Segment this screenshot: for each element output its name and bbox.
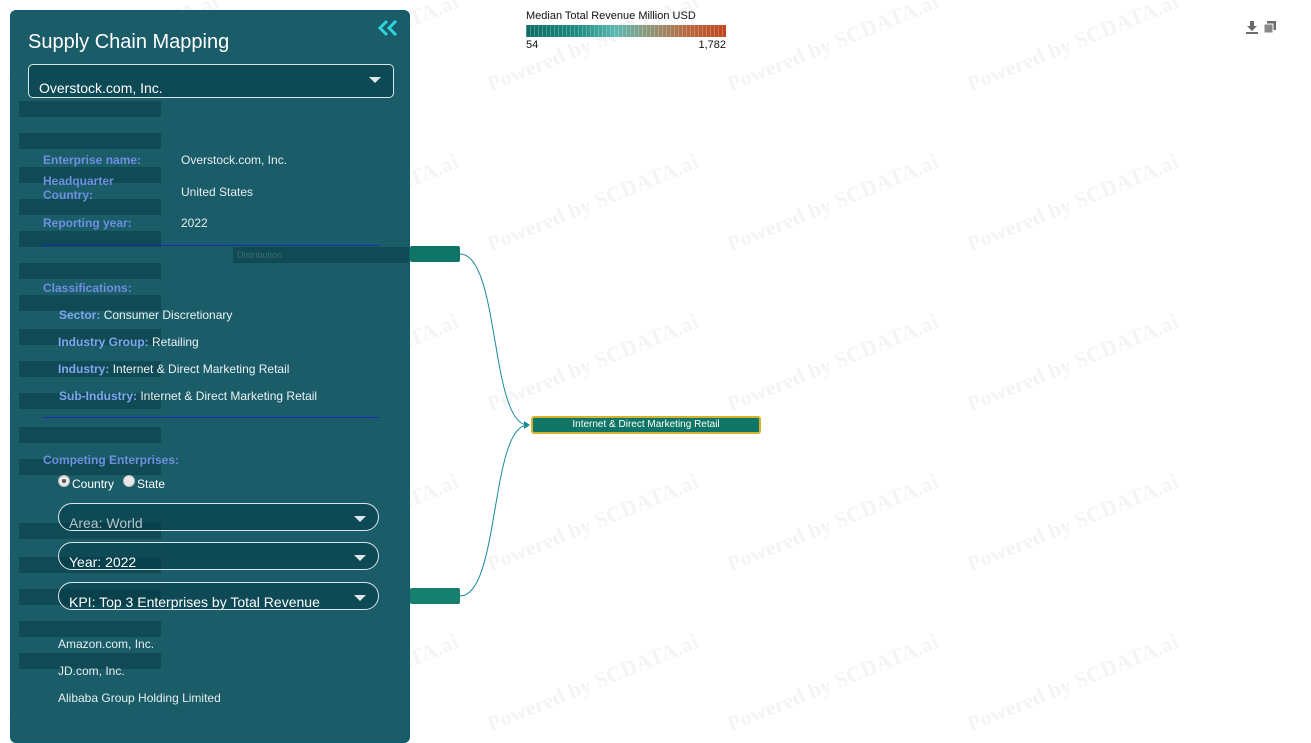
chevron-down-icon	[354, 555, 366, 561]
sector-row: Sector: Consumer Discretionary	[59, 308, 232, 322]
sub-industry-row: Sub-Industry: Internet & Direct Marketin…	[59, 389, 317, 403]
competitor-item[interactable]: Alibaba Group Holding Limited	[58, 691, 221, 705]
year-select[interactable]: Year: 2022	[58, 542, 379, 570]
year-select-value: Year: 2022	[69, 554, 137, 570]
hq-country-label-line1: Headquarter	[43, 174, 114, 188]
ghost-node: Distribution	[233, 247, 409, 263]
kpi-select-value: KPI: Top 3 Enterprises by Total Revenue	[69, 594, 320, 610]
industry-value: Internet & Direct Marketing Retail	[112, 362, 290, 376]
radio-country[interactable]: Country	[58, 475, 115, 491]
ghost-node	[19, 101, 161, 117]
classifications-label: Classifications:	[43, 281, 132, 295]
industry-group-row: Industry Group: Retailing	[58, 335, 199, 349]
chevron-down-icon	[369, 77, 381, 83]
ghost-node	[19, 621, 161, 637]
hq-country-value: United States	[181, 185, 254, 199]
ghost-graph: Distribution	[11, 11, 409, 742]
chevron-down-icon	[354, 516, 366, 522]
industry-group-label: Industry Group:	[58, 335, 149, 349]
panel-title: Supply Chain Mapping	[28, 31, 230, 53]
link-upstream	[459, 253, 529, 426]
company-select[interactable]: Overstock.com, Inc.	[28, 64, 394, 98]
radio-state-label: State	[137, 477, 166, 491]
link-downstream	[459, 424, 529, 597]
link-arrow	[524, 421, 530, 429]
sector-value: Consumer Discretionary	[103, 308, 233, 322]
focus-node-label: Internet & Direct Marketing Retail	[572, 419, 720, 430]
ghost-node	[19, 133, 161, 149]
ghost-node-label: Distribution	[237, 250, 283, 260]
divider	[43, 245, 379, 246]
sub-industry-value: Internet & Direct Marketing Retail	[140, 389, 318, 403]
industry-group-value: Retailing	[152, 335, 199, 349]
company-select-value: Overstock.com, Inc.	[39, 80, 163, 96]
upstream-node[interactable]	[410, 246, 460, 262]
focus-node[interactable]: Internet & Direct Marketing Retail	[531, 416, 761, 434]
competing-enterprises-label: Competing Enterprises:	[43, 453, 180, 467]
kpi-select[interactable]: KPI: Top 3 Enterprises by Total Revenue	[58, 582, 379, 610]
ghost-node	[19, 263, 161, 279]
enterprise-name-label: Enterprise name:	[43, 153, 142, 167]
enterprise-name-value: Overstock.com, Inc.	[181, 153, 288, 167]
area-select[interactable]: Area: World	[58, 503, 379, 531]
double-chevron-left-icon[interactable]	[377, 19, 399, 42]
area-select-value: Area: World	[69, 515, 143, 531]
competitor-item[interactable]: Amazon.com, Inc.	[58, 637, 154, 651]
radio-button-selected[interactable]	[58, 475, 70, 487]
reporting-year-label: Reporting year:	[43, 216, 132, 230]
industry-row: Industry: Internet & Direct Marketing Re…	[58, 362, 289, 376]
sub-industry-label: Sub-Industry:	[59, 389, 137, 403]
industry-label: Industry:	[58, 362, 110, 376]
chevron-down-icon	[354, 595, 366, 601]
divider	[43, 417, 379, 418]
downstream-node[interactable]	[410, 588, 460, 604]
reporting-year-value: 2022	[181, 216, 208, 230]
info-panel: Distribution Supply Chain Mapping Overst…	[10, 10, 410, 743]
radio-state[interactable]: State	[123, 475, 166, 491]
radio-country-label: Country	[72, 477, 115, 491]
hq-country-label-line2: Country:	[43, 188, 93, 202]
competitor-item[interactable]: JD.com, Inc.	[58, 664, 125, 678]
ghost-node	[19, 427, 161, 443]
radio-button[interactable]	[123, 475, 135, 487]
sector-label: Sector:	[59, 308, 101, 322]
